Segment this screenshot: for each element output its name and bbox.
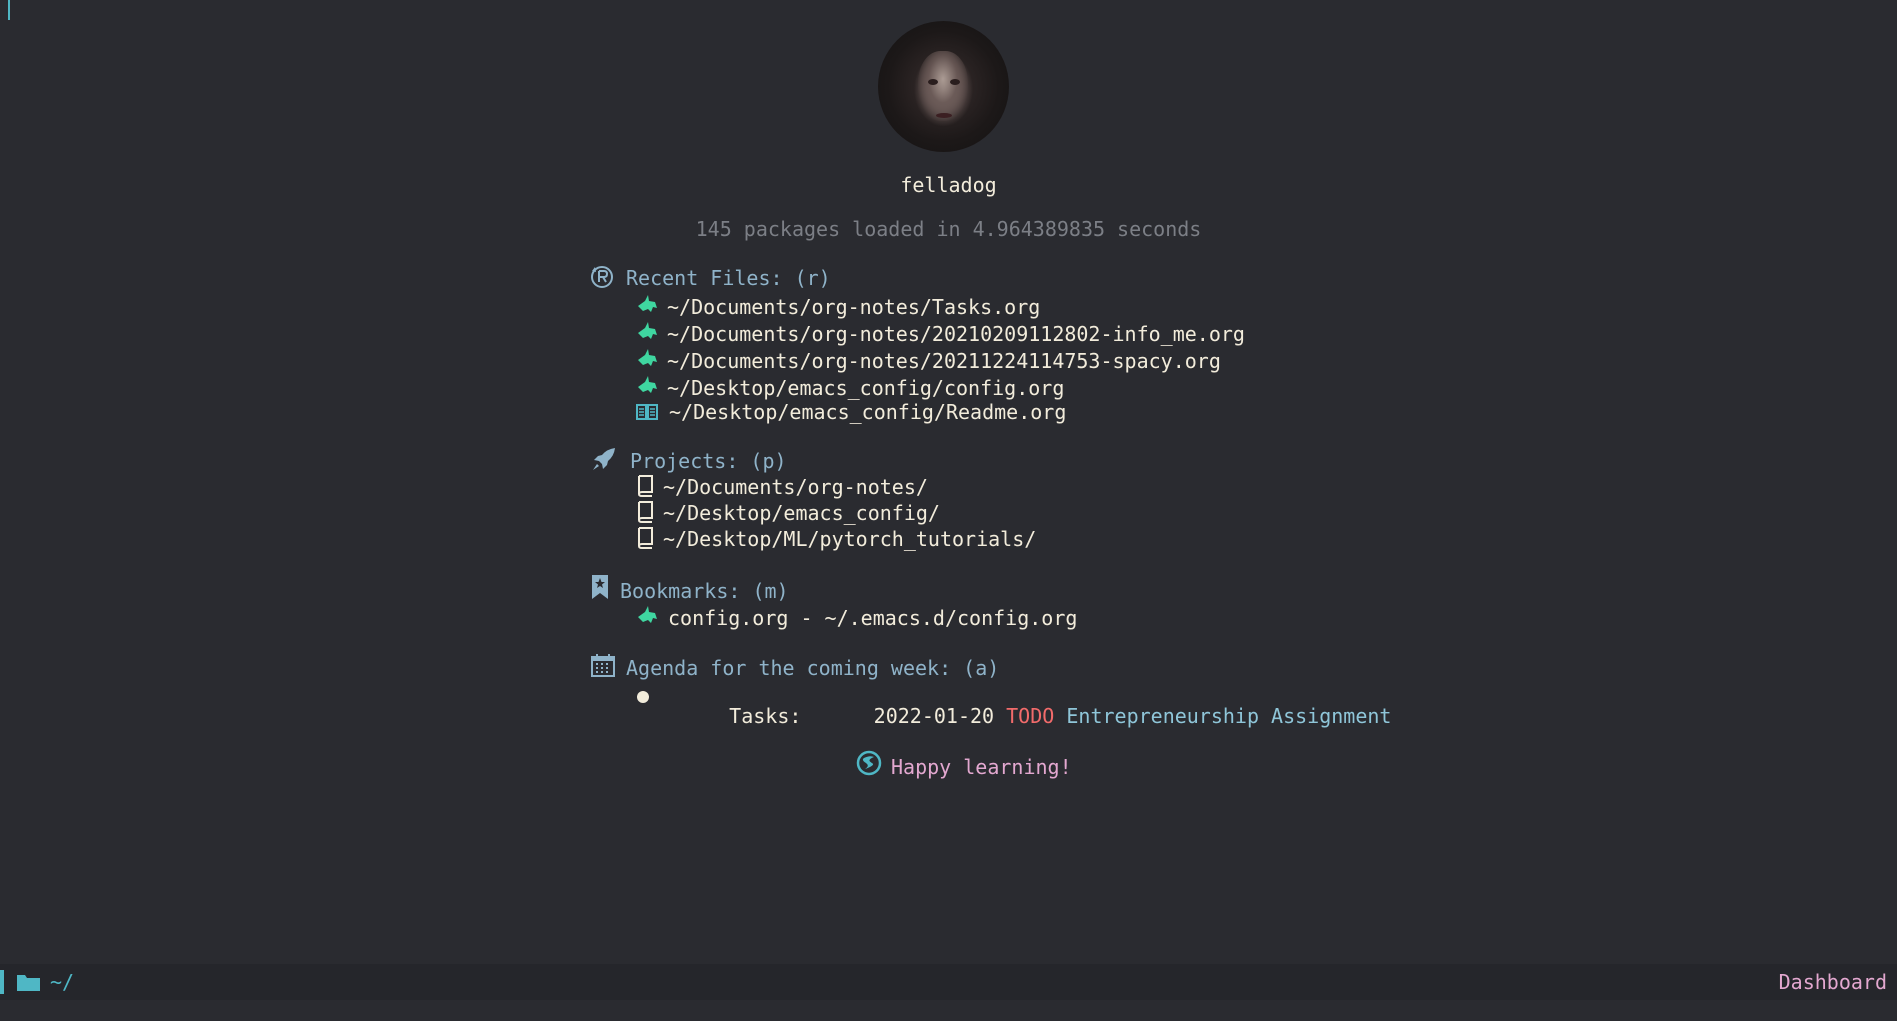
- repo-icon: [636, 475, 654, 502]
- bookmark-item[interactable]: config.org - ~/.emacs.d/config.org: [668, 606, 1077, 630]
- recent-file-item[interactable]: ~/Documents/org-notes/20211224114753-spa…: [667, 349, 1221, 373]
- emacs-dashboard: felladog 145 packages loaded in 4.964389…: [0, 0, 1897, 1021]
- mode-line-accent: [0, 970, 4, 994]
- unicorn-icon: [636, 294, 658, 321]
- agenda-title[interactable]: Agenda for the coming week: (a): [626, 656, 999, 680]
- recent-file-item[interactable]: ~/Desktop/emacs_config/config.org: [667, 376, 1064, 400]
- project-item[interactable]: ~/Desktop/emacs_config/: [663, 501, 940, 525]
- agenda-heading: Entrepreneurship Assignment: [1066, 704, 1392, 728]
- calendar-icon: [591, 653, 615, 682]
- recent-file-item[interactable]: ~/Documents/org-notes/20210209112802-inf…: [667, 322, 1245, 346]
- text-cursor: [8, 0, 10, 20]
- recent-files-title[interactable]: Recent Files: (r): [626, 266, 831, 290]
- avatar: [878, 21, 1009, 152]
- folder-icon: [16, 972, 41, 997]
- recent-file-item[interactable]: ~/Desktop/emacs_config/Readme.org: [669, 400, 1066, 424]
- recent-file-item[interactable]: ~/Documents/org-notes/Tasks.org: [667, 295, 1040, 319]
- load-info: 145 packages loaded in 4.964389835 secon…: [695, 217, 1202, 241]
- major-mode-label: Dashboard: [1778, 970, 1887, 994]
- unicorn-icon: [636, 348, 658, 375]
- unicorn-icon: [636, 375, 658, 402]
- agenda-date: 2022-01-20: [873, 704, 995, 728]
- unicorn-icon: [636, 321, 658, 348]
- emacs-logo-icon: [856, 750, 882, 781]
- bullet-icon: [636, 685, 650, 709]
- todo-keyword: TODO: [1006, 704, 1055, 728]
- bookmarks-title[interactable]: Bookmarks: (m): [620, 579, 789, 603]
- footer-message: Happy learning!: [891, 755, 1072, 779]
- project-item[interactable]: ~/Documents/org-notes/: [663, 475, 928, 499]
- history-icon: [590, 265, 614, 294]
- project-item[interactable]: ~/Desktop/ML/pytorch_tutorials/: [663, 527, 1036, 551]
- bookmark-icon: [591, 574, 609, 605]
- agenda-category: Tasks:: [729, 704, 802, 728]
- book-open-icon: [636, 402, 658, 426]
- username: felladog: [900, 173, 997, 197]
- rocket-icon: [591, 446, 617, 477]
- repo-icon: [636, 501, 654, 528]
- repo-icon: [636, 527, 654, 554]
- projects-title[interactable]: Projects: (p): [630, 449, 787, 473]
- agenda-item[interactable]: Tasks: 2022-01-20 TODO Entrepreneurship …: [681, 680, 1391, 752]
- mode-line: ~/ Dashboard: [0, 964, 1897, 1000]
- mode-line-path: ~/: [50, 970, 75, 994]
- unicorn-icon: [636, 605, 658, 632]
